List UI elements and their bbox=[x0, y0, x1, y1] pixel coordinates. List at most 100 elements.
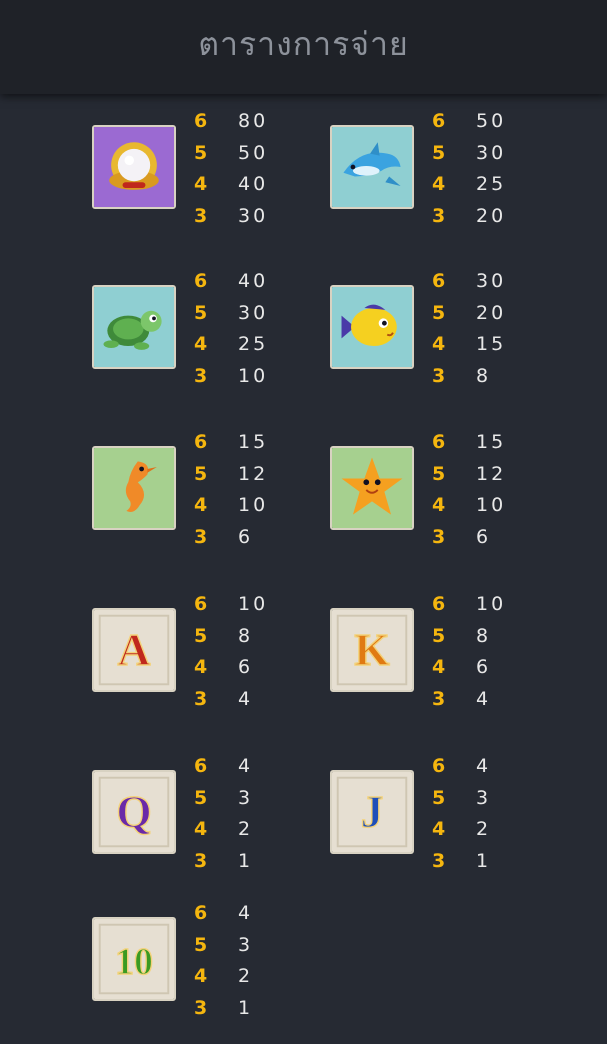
payout-value: 1 bbox=[476, 849, 492, 872]
payout-row: 58 bbox=[194, 625, 314, 655]
match-count: 5 bbox=[194, 933, 208, 956]
paytable-entry: 6 50 5 30 4 25 3 20 bbox=[330, 110, 570, 252]
payout-row: 4 10 bbox=[194, 494, 314, 524]
payout-value: 4 bbox=[476, 755, 492, 777]
payout-value: 20 bbox=[476, 301, 507, 324]
match-count: 6 bbox=[194, 110, 208, 132]
match-count: 4 bbox=[194, 965, 208, 987]
payout-value: 8 bbox=[238, 624, 254, 647]
payout-row: 5 12 bbox=[432, 463, 552, 493]
payout-row: 34 bbox=[194, 688, 314, 718]
payout-value: 3 bbox=[476, 786, 492, 809]
match-count: 4 bbox=[194, 333, 208, 355]
payout-value: 12 bbox=[476, 462, 507, 485]
seahorse-icon bbox=[92, 446, 176, 530]
payout-value: 3 bbox=[238, 786, 254, 809]
payout-row: 42 bbox=[194, 818, 314, 848]
match-count: 6 bbox=[194, 902, 208, 924]
match-count: 3 bbox=[194, 849, 208, 872]
payout-row: 6 15 bbox=[432, 431, 552, 461]
match-count: 5 bbox=[432, 624, 446, 647]
match-count: 3 bbox=[432, 849, 446, 872]
match-count: 3 bbox=[194, 687, 208, 710]
payout-value: 2 bbox=[476, 818, 492, 840]
payout-row: 5 12 bbox=[194, 463, 314, 493]
payout-value: 4 bbox=[476, 687, 492, 710]
payout-value: 1 bbox=[238, 849, 254, 872]
match-count: 6 bbox=[432, 270, 446, 292]
payout-value: 30 bbox=[476, 270, 507, 292]
payout-row: 3 10 bbox=[194, 365, 314, 395]
match-count: 6 bbox=[194, 755, 208, 777]
match-count: 6 bbox=[194, 593, 208, 615]
payout-value: 4 bbox=[238, 687, 254, 710]
match-count: 3 bbox=[194, 525, 208, 548]
payout-row: 5 30 bbox=[194, 302, 314, 332]
paytable-entry: Q64534231 bbox=[92, 755, 332, 897]
payout-value: 50 bbox=[238, 141, 269, 164]
match-count: 4 bbox=[194, 494, 208, 516]
payout-value: 10 bbox=[476, 593, 507, 615]
match-count: 4 bbox=[194, 818, 208, 840]
payout-row: 46 bbox=[432, 656, 552, 686]
match-count: 4 bbox=[194, 173, 208, 195]
match-count: 3 bbox=[432, 525, 446, 548]
match-count: 4 bbox=[194, 656, 208, 678]
payout-row: 42 bbox=[432, 818, 552, 848]
svg-text:Q: Q bbox=[116, 786, 152, 837]
payout-value: 6 bbox=[238, 656, 254, 678]
letter-q-icon: Q bbox=[92, 770, 176, 854]
paytable-entry: 6 40 5 30 4 25 3 10 bbox=[92, 270, 332, 412]
payout-value: 40 bbox=[238, 270, 269, 292]
match-count: 3 bbox=[194, 364, 208, 387]
header-bar: ตารางการจ่าย bbox=[0, 0, 607, 94]
match-count: 6 bbox=[432, 110, 446, 132]
dolphin-icon bbox=[330, 125, 414, 209]
match-count: 6 bbox=[432, 755, 446, 777]
match-count: 5 bbox=[432, 462, 446, 485]
payout-row: 31 bbox=[194, 850, 314, 880]
payout-value: 30 bbox=[238, 301, 269, 324]
payout-value: 10 bbox=[238, 494, 269, 516]
payout-value: 2 bbox=[238, 818, 254, 840]
match-count: 6 bbox=[194, 431, 208, 453]
match-count: 6 bbox=[432, 593, 446, 615]
number-10-icon: 10 bbox=[92, 917, 176, 1001]
payout-row: 42 bbox=[194, 965, 314, 995]
letter-j-icon: J bbox=[330, 770, 414, 854]
payout-value: 15 bbox=[476, 333, 507, 355]
match-count: 5 bbox=[194, 301, 208, 324]
page-title: ตารางการจ่าย bbox=[198, 24, 409, 63]
payout-value: 30 bbox=[238, 204, 269, 227]
paytable-entry: J64534231 bbox=[330, 755, 570, 897]
payout-row: 6 80 bbox=[194, 110, 314, 140]
payout-row: 6 15 bbox=[194, 431, 314, 461]
payout-row: 58 bbox=[432, 625, 552, 655]
payout-value: 25 bbox=[476, 173, 507, 195]
payout-row: 31 bbox=[194, 997, 314, 1027]
match-count: 5 bbox=[432, 301, 446, 324]
payout-row: 5 50 bbox=[194, 142, 314, 172]
svg-text:A: A bbox=[117, 624, 150, 675]
payout-row: 53 bbox=[194, 787, 314, 817]
svg-text:10: 10 bbox=[115, 941, 153, 983]
payout-row: 6 30 bbox=[432, 270, 552, 300]
payout-value: 4 bbox=[238, 755, 254, 777]
payout-value: 10 bbox=[238, 364, 269, 387]
payout-value: 12 bbox=[238, 462, 269, 485]
match-count: 6 bbox=[432, 431, 446, 453]
payout-row: 6 40 bbox=[194, 270, 314, 300]
payout-value: 15 bbox=[238, 431, 269, 453]
match-count: 5 bbox=[194, 462, 208, 485]
payout-value: 80 bbox=[238, 110, 269, 132]
paytable-entry: 6 15 5 12 4 10 3 6 bbox=[92, 431, 332, 573]
payout-row: 6 10 bbox=[432, 593, 552, 623]
payout-value: 40 bbox=[238, 173, 269, 195]
payout-row: 34 bbox=[432, 688, 552, 718]
payout-value: 25 bbox=[238, 333, 269, 355]
match-count: 3 bbox=[432, 364, 446, 387]
payout-value: 4 bbox=[238, 902, 254, 924]
payout-row: 4 25 bbox=[194, 333, 314, 363]
svg-text:K: K bbox=[354, 624, 390, 675]
letter-k-icon: K bbox=[330, 608, 414, 692]
